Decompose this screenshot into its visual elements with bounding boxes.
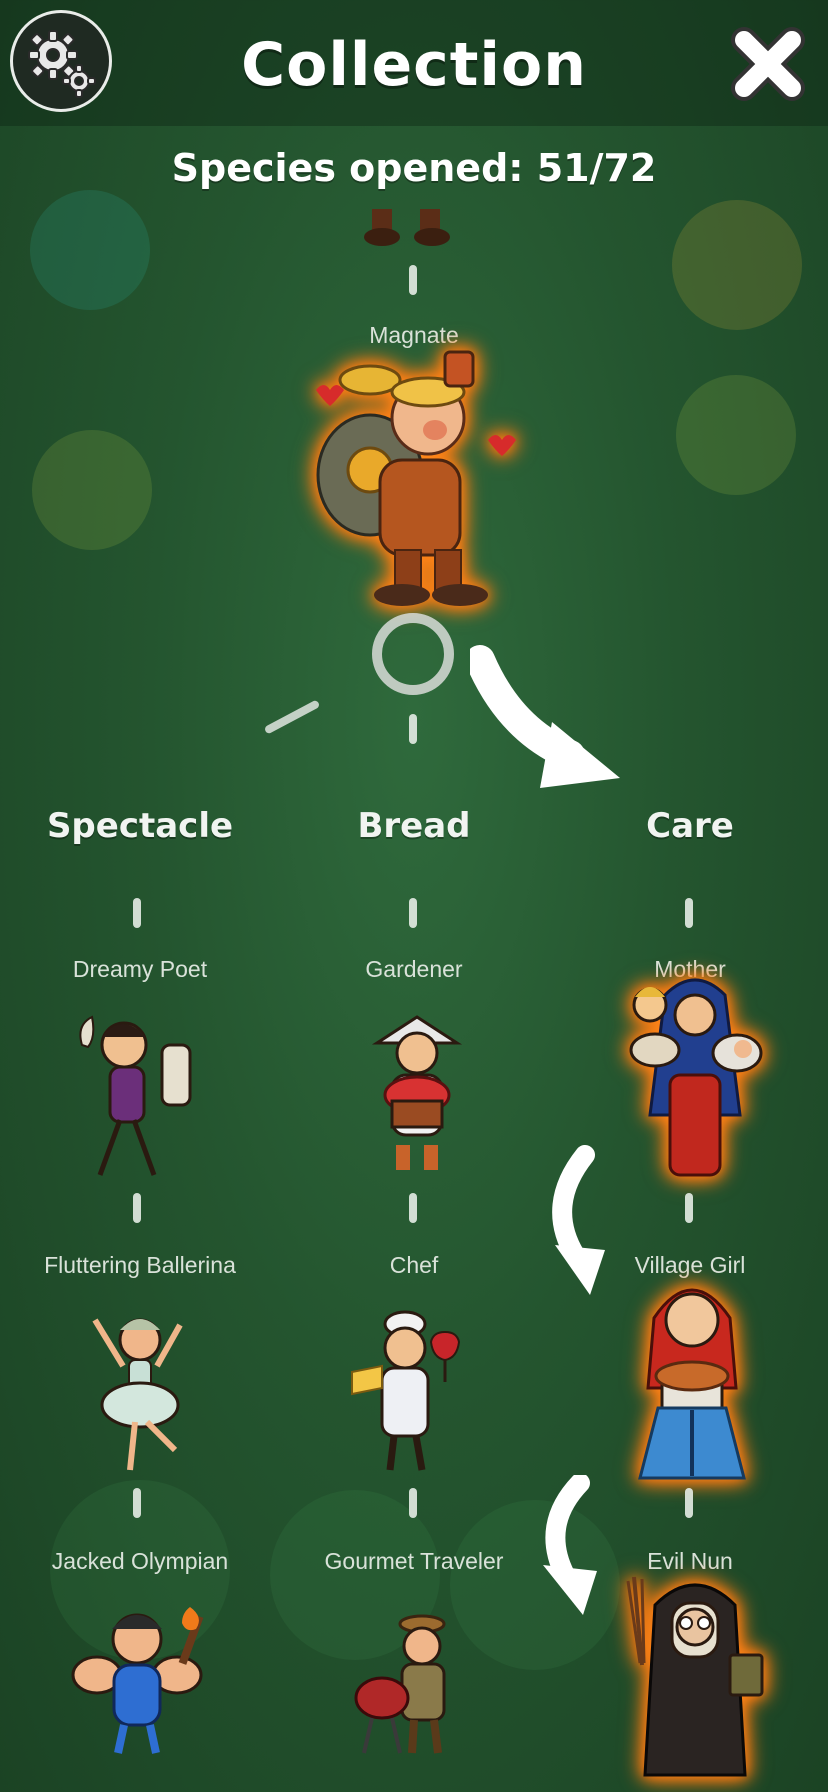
character-name-gardener: Gardener bbox=[365, 956, 463, 982]
connector-dash bbox=[685, 898, 693, 928]
curved-arrow-icon bbox=[552, 1145, 605, 1295]
curved-arrow-icon bbox=[470, 645, 620, 788]
character-name-jacked-olympian: Jacked Olympian bbox=[51, 1548, 229, 1574]
jacked-olympian-figure[interactable] bbox=[62, 1605, 212, 1755]
character-name-dreamy-poet: Dreamy Poet bbox=[72, 956, 208, 982]
background-circle bbox=[672, 200, 802, 330]
connector-dash bbox=[685, 1193, 693, 1223]
gourmet-traveler-figure[interactable] bbox=[352, 1608, 477, 1758]
magnate-figure[interactable] bbox=[310, 350, 520, 615]
branch-name-care: Care bbox=[646, 806, 734, 846]
connector-dash bbox=[133, 1193, 141, 1223]
connector-dash bbox=[409, 1193, 417, 1223]
close-button[interactable] bbox=[728, 24, 808, 104]
dreamy-poet-figure[interactable] bbox=[72, 1015, 202, 1180]
character-name-chef: Chef bbox=[389, 1252, 439, 1278]
character-name-evil-nun: Evil Nun bbox=[647, 1548, 733, 1574]
branch-name-spectacle: Spectacle bbox=[46, 806, 234, 846]
connector-dash bbox=[409, 1488, 417, 1518]
gardener-figure[interactable] bbox=[362, 1015, 472, 1180]
page-title: Collection bbox=[241, 30, 587, 100]
branch-name-bread: Bread bbox=[357, 806, 471, 846]
mother-figure[interactable] bbox=[625, 975, 765, 1185]
character-above-feet bbox=[364, 209, 450, 246]
connector-dash bbox=[409, 714, 417, 744]
connector-dash bbox=[685, 1488, 693, 1518]
species-progress: Species opened: 51/72 bbox=[171, 146, 657, 190]
close-icon bbox=[731, 27, 805, 101]
character-name-gourmet-traveler: Gourmet Traveler bbox=[324, 1548, 504, 1574]
character-name-magnate: Magnate bbox=[369, 322, 459, 348]
background-circle bbox=[30, 190, 150, 310]
fluttering-ballerina-figure[interactable] bbox=[85, 1310, 195, 1475]
character-name-fluttering-ballerina: Fluttering Ballerina bbox=[44, 1252, 236, 1278]
chef-figure[interactable] bbox=[350, 1310, 480, 1475]
progress-ring-icon bbox=[372, 613, 454, 695]
evil-nun-figure[interactable] bbox=[620, 1575, 765, 1785]
connector-dash bbox=[409, 265, 417, 295]
background-circle bbox=[32, 430, 152, 550]
village-girl-figure[interactable] bbox=[632, 1268, 752, 1490]
connector-dash bbox=[133, 1488, 141, 1518]
connector-dash bbox=[263, 699, 321, 735]
connector-dash bbox=[133, 898, 141, 928]
connector-dash bbox=[409, 898, 417, 928]
background-circle bbox=[676, 375, 796, 495]
